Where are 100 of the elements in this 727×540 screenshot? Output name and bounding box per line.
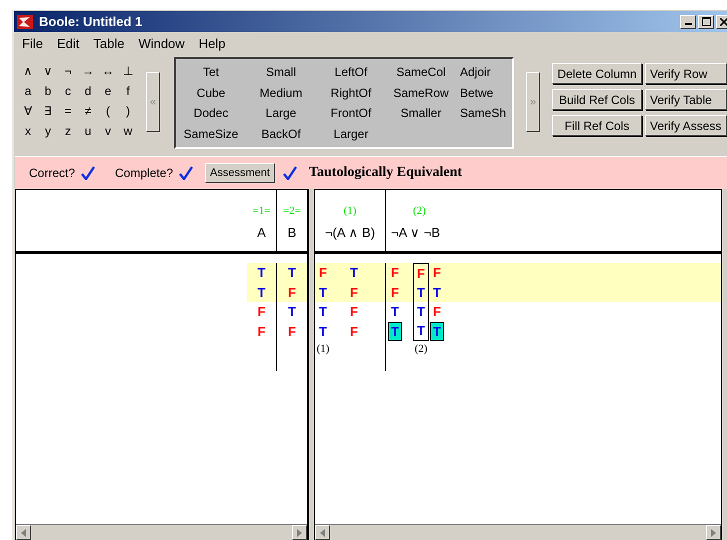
- symbol-key[interactable]: u: [78, 124, 98, 138]
- predicate-key[interactable]: Medium: [246, 86, 316, 100]
- symbol-key[interactable]: ∃: [38, 104, 58, 118]
- symbol-key[interactable]: y: [38, 124, 58, 138]
- truth-value: F: [417, 264, 425, 282]
- scroll-right-button[interactable]: [292, 525, 307, 540]
- scroll-right-button[interactable]: [706, 525, 721, 540]
- window-title: Boole: Untitled 1: [39, 14, 142, 29]
- symbol-key[interactable]: ↔: [98, 64, 118, 78]
- horizontal-scrollbar[interactable]: [315, 524, 721, 540]
- assessment-button[interactable]: Assessment: [205, 163, 275, 183]
- symbol-key[interactable]: ∀: [18, 104, 38, 118]
- truth-value: T: [319, 322, 327, 340]
- column-number: =1=: [252, 205, 270, 217]
- symbol-key[interactable]: f: [118, 84, 138, 98]
- complete-label: Complete?: [115, 166, 174, 180]
- action-button[interactable]: Delete Column: [552, 63, 642, 84]
- symbol-key[interactable]: →: [78, 64, 98, 78]
- predicate-key[interactable]: SameCol: [386, 65, 456, 80]
- truth-value: F: [350, 322, 358, 340]
- symbol-key[interactable]: x: [18, 124, 38, 138]
- truth-value: T: [288, 264, 296, 282]
- symbol-key[interactable]: ⊥: [118, 64, 138, 78]
- menu-item[interactable]: Help: [198, 36, 226, 50]
- symbol-key[interactable]: v: [98, 124, 118, 138]
- symbol-key[interactable]: (: [98, 104, 118, 118]
- truth-value: T: [431, 322, 443, 340]
- symbol-key[interactable]: ≠: [78, 104, 98, 118]
- predicate-key[interactable]: Larger: [316, 126, 386, 141]
- symbol-key[interactable]: a: [18, 84, 38, 98]
- predicate-key[interactable]: Smaller: [386, 106, 456, 120]
- truth-value: T: [258, 284, 266, 301]
- scroll-left-button[interactable]: [16, 525, 31, 540]
- truth-value: T: [258, 264, 266, 282]
- truth-value: F: [433, 264, 441, 282]
- predicate-key[interactable]: Betwe: [456, 86, 512, 100]
- predicate-key[interactable]: SameSize: [176, 126, 246, 141]
- symbol-key[interactable]: c: [58, 84, 78, 98]
- predicate-key[interactable]: Adjoir: [456, 65, 512, 80]
- symbol-key[interactable]: w: [118, 124, 138, 138]
- minimize-icon: [684, 23, 692, 25]
- maximize-button[interactable]: [698, 14, 714, 28]
- action-button[interactable]: Verify Assess: [645, 115, 727, 136]
- predicate-key[interactable]: RightOf: [316, 86, 386, 100]
- truth-value: T: [391, 303, 399, 320]
- minimize-button[interactable]: [680, 14, 696, 28]
- predicate-key[interactable]: Large: [246, 106, 316, 120]
- symbol-key[interactable]: ∨: [38, 64, 58, 78]
- right-arrow-icon: [711, 528, 716, 536]
- predicate-key[interactable]: Dodec: [176, 106, 246, 120]
- truth-value: F: [258, 303, 266, 320]
- truth-value: F: [319, 264, 327, 282]
- action-button[interactable]: Verify Table: [645, 89, 727, 110]
- truth-value: F: [350, 303, 358, 320]
- truth-value: T: [389, 322, 401, 340]
- horizontal-scrollbar[interactable]: [16, 524, 307, 540]
- menu-item[interactable]: Window: [138, 36, 185, 50]
- predicate-key[interactable]: Cube: [176, 86, 246, 100]
- truth-value: F: [433, 303, 441, 320]
- column-number: =2=: [283, 205, 301, 217]
- truth-value: F: [288, 284, 296, 301]
- predicate-key[interactable]: SameRow: [386, 86, 456, 100]
- menu-item[interactable]: File: [22, 36, 43, 50]
- atom-heading: B: [288, 225, 296, 240]
- symbol-key[interactable]: ): [118, 104, 138, 118]
- predicate-key[interactable]: LeftOf: [316, 65, 386, 80]
- symbol-key[interactable]: d: [78, 84, 98, 98]
- close-icon: [720, 18, 727, 26]
- verdict-text: Tautologically Equivalent: [308, 165, 462, 181]
- symbol-key[interactable]: e: [98, 84, 118, 98]
- predicate-key[interactable]: FrontOf: [316, 106, 386, 120]
- formula-heading: ¬(A ∧ B): [324, 225, 376, 240]
- action-button[interactable]: Build Ref Cols: [552, 89, 642, 110]
- action-button[interactable]: Verify Row: [645, 63, 727, 84]
- symbol-key[interactable]: ¬: [58, 64, 78, 78]
- predicate-key[interactable]: Small: [246, 65, 316, 80]
- menu-item[interactable]: Edit: [56, 36, 80, 50]
- action-button[interactable]: Fill Ref Cols: [552, 115, 642, 136]
- truth-value: F: [391, 264, 399, 282]
- truth-value: T: [319, 303, 327, 320]
- formula-number: (1): [344, 205, 356, 217]
- app-icon: [17, 14, 33, 28]
- predicate-key[interactable]: Tet: [176, 65, 246, 80]
- truth-value: T: [417, 303, 425, 320]
- correct-label: Correct?: [29, 166, 76, 180]
- scroll-left-button[interactable]: [315, 525, 330, 540]
- formula-number: (2): [413, 205, 426, 217]
- symbol-key[interactable]: z: [58, 124, 78, 138]
- symbol-key[interactable]: =: [58, 104, 78, 118]
- check-icon: [81, 166, 96, 180]
- maximize-icon: [702, 17, 710, 26]
- symbol-key[interactable]: b: [38, 84, 58, 98]
- predicate-key[interactable]: BackOf: [246, 126, 316, 141]
- left-arrow-icon: [21, 528, 26, 536]
- atom-heading: A: [257, 225, 266, 240]
- symbol-key[interactable]: ∧: [18, 64, 38, 78]
- predicate-key[interactable]: SameSh: [456, 106, 512, 120]
- truth-value: F: [288, 322, 296, 340]
- menu-item[interactable]: Table: [93, 36, 124, 50]
- left-arrow-icon: [320, 528, 325, 536]
